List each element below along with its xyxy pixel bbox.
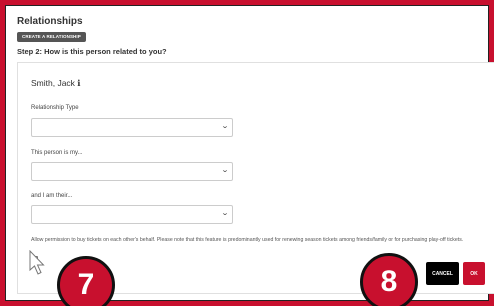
create-relationship-button[interactable]: CREATE A RELATIONSHIP bbox=[17, 32, 86, 42]
and-i-am-label: and I am their... bbox=[31, 193, 73, 199]
step-title: Step 2: How is this person related to yo… bbox=[17, 47, 167, 56]
chevron-down-icon: ⌄ bbox=[220, 123, 230, 130]
cursor-arrow-icon bbox=[29, 250, 45, 275]
relationship-type-select[interactable]: ⌄ bbox=[31, 118, 233, 137]
page-title: Relationships bbox=[17, 16, 83, 27]
relationship-type-label: Relationship Type bbox=[31, 105, 79, 111]
ok-button[interactable]: OK bbox=[463, 262, 485, 285]
chevron-down-icon: ⌄ bbox=[220, 167, 230, 174]
permission-note: Allow permission to buy tickets on each … bbox=[31, 237, 464, 243]
and-i-am-select[interactable]: ⌄ bbox=[31, 205, 233, 224]
annotation-badge-7: 7 bbox=[57, 256, 115, 306]
chevron-down-icon: ⌄ bbox=[220, 210, 230, 217]
person-name: Smith, Jack ℹ bbox=[31, 78, 81, 88]
this-person-label: This person is my... bbox=[31, 150, 83, 156]
cancel-button[interactable]: CANCEL bbox=[426, 262, 459, 285]
annotation-badge-8: 8 bbox=[360, 253, 418, 306]
this-person-select[interactable]: ⌄ bbox=[31, 162, 233, 181]
